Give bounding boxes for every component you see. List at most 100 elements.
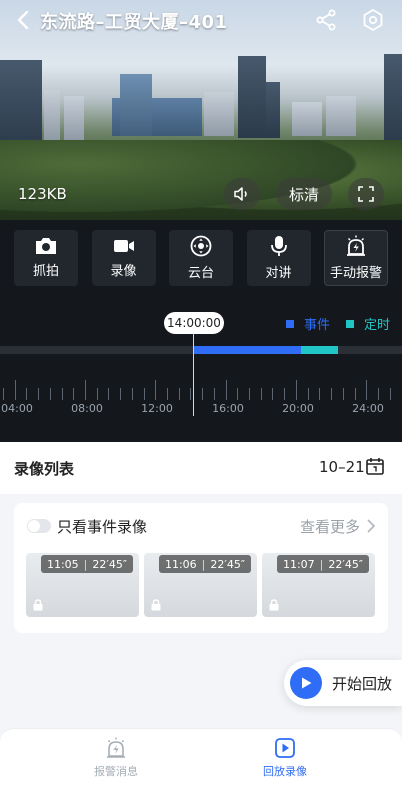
tick-mark — [366, 380, 368, 400]
tick-label: 20:00 — [282, 402, 314, 415]
clip-time-badge: 11:07 | 22′45″ — [276, 555, 369, 573]
tick-mark — [389, 388, 391, 400]
tick-label: 24:00 — [352, 402, 384, 415]
back-icon[interactable] — [14, 10, 34, 30]
recording-list-header: 录像列表 10–21 — [0, 442, 402, 494]
recording-list-title: 录像列表 — [14, 460, 75, 478]
ptz-icon — [190, 235, 212, 257]
fullscreen-button[interactable] — [348, 178, 384, 210]
alarm-icon — [107, 737, 125, 758]
share-icon[interactable] — [314, 8, 338, 32]
tick-label: 08:00 — [71, 402, 103, 415]
video-icon — [113, 240, 134, 252]
lock-icon — [151, 599, 161, 611]
tick-mark — [284, 388, 286, 400]
legend-timed-label: 定时 — [364, 318, 391, 333]
tick-mark — [49, 388, 51, 400]
tick-mark — [295, 380, 297, 400]
tick-mark — [237, 388, 239, 400]
record-label: 录像 — [110, 264, 137, 279]
event-segment[interactable] — [193, 346, 301, 354]
tick-mark — [307, 388, 309, 400]
tick-mark — [96, 388, 98, 400]
timeline-cursor[interactable] — [193, 334, 194, 416]
tick-mark — [213, 388, 215, 400]
tick-mark — [249, 388, 251, 400]
tick-mark — [167, 388, 169, 400]
only-event-label[interactable]: 只看事件录像 — [57, 516, 147, 537]
tick-mark — [131, 388, 133, 400]
alarm-icon — [347, 235, 365, 256]
manual-alarm-button[interactable]: 手动报警 — [324, 230, 388, 286]
clip-start: 11:05 — [46, 557, 79, 571]
timeline-track[interactable] — [0, 346, 402, 354]
tick-mark — [108, 388, 110, 400]
tick-mark — [202, 388, 204, 400]
play-icon — [302, 677, 312, 689]
tick-mark — [260, 388, 262, 400]
calendar-icon[interactable] — [365, 456, 385, 476]
speaker-icon — [234, 187, 247, 201]
ptz-button[interactable]: 云台 — [169, 230, 233, 286]
clip-thumbnail[interactable]: 11:06 | 22′45″ — [144, 553, 257, 617]
tick-mark — [3, 388, 4, 400]
bottom-nav: 报警消息 回放录像 — [0, 728, 402, 786]
tick-mark — [377, 388, 379, 400]
timeline-ticks[interactable] — [0, 376, 402, 400]
settings-icon[interactable] — [361, 8, 385, 32]
tick-mark — [331, 388, 333, 400]
timed-swatch — [346, 319, 354, 328]
tick-label: 16:00 — [212, 402, 244, 415]
video-player[interactable]: 东流路–工贸大厦–401 123KB 标清 — [0, 0, 402, 220]
clip-thumbnail[interactable]: 11:05 | 22′45″ — [26, 553, 139, 617]
talk-button[interactable]: 对讲 — [246, 230, 311, 286]
current-time-bubble: 14:00:00 — [164, 312, 224, 334]
clip-duration: 22′45″ — [210, 557, 245, 571]
clip-time-badge: 11:06 | 22′45″ — [158, 555, 251, 573]
legend-event: 事件 — [286, 314, 330, 333]
legend-timed: 定时 — [346, 314, 390, 333]
nav-alarm-messages[interactable]: 报警消息 — [66, 737, 166, 779]
tick-mark — [73, 388, 75, 400]
clip-start: 11:07 — [282, 557, 315, 571]
snapshot-button[interactable]: 抓拍 — [14, 230, 78, 286]
tick-mark — [85, 380, 87, 400]
clip-duration: 22′45″ — [328, 557, 363, 571]
bitrate-label: 123KB — [18, 185, 67, 203]
start-playback-button[interactable]: 开始回放 — [284, 660, 402, 706]
volume-button[interactable] — [224, 178, 260, 210]
tick-mark — [319, 388, 321, 400]
clip-duration: 22′45″ — [92, 557, 127, 571]
tick-mark — [120, 388, 122, 400]
manual-alarm-label: 手动报警 — [329, 266, 382, 281]
fullscreen-icon — [358, 186, 374, 202]
event-swatch — [286, 319, 294, 328]
view-more-link[interactable]: 查看更多 — [300, 516, 360, 537]
talk-label: 对讲 — [265, 266, 292, 281]
clip-start: 11:06 — [164, 557, 197, 571]
camera-icon — [36, 238, 56, 254]
start-playback-label: 开始回放 — [332, 675, 393, 693]
timed-segment[interactable] — [301, 346, 338, 354]
recording-card: 只看事件录像 查看更多 11:05 | 22′45″ 11:06 | 22′45… — [14, 503, 388, 633]
quality-button[interactable]: 标清 — [276, 178, 332, 210]
legend-event-label: 事件 — [304, 318, 331, 333]
nav-playback[interactable]: 回放录像 — [235, 737, 335, 779]
only-event-toggle[interactable] — [27, 519, 51, 533]
page-title: 东流路–工贸大厦–401 — [40, 12, 228, 33]
tick-mark — [272, 388, 274, 400]
snapshot-label: 抓拍 — [32, 264, 59, 279]
chevron-right-icon[interactable] — [366, 518, 376, 534]
control-panel: 抓拍 录像 云台 对讲 手动报警 事件 定时 14:00:00 04:00 08… — [0, 220, 402, 442]
microphone-icon — [270, 236, 287, 256]
nav-alarm-label: 报警消息 — [94, 765, 138, 778]
video-top-bar: 东流路–工贸大厦–401 — [0, 0, 402, 40]
lock-icon — [269, 599, 279, 611]
ptz-label: 云台 — [187, 266, 214, 281]
record-button[interactable]: 录像 — [91, 230, 156, 286]
tick-mark — [61, 388, 63, 400]
tick-mark — [155, 380, 157, 400]
date-label[interactable]: 10–21 — [319, 458, 365, 476]
tick-mark — [178, 388, 180, 400]
clip-thumbnail[interactable]: 11:07 | 22′45″ — [262, 553, 375, 617]
